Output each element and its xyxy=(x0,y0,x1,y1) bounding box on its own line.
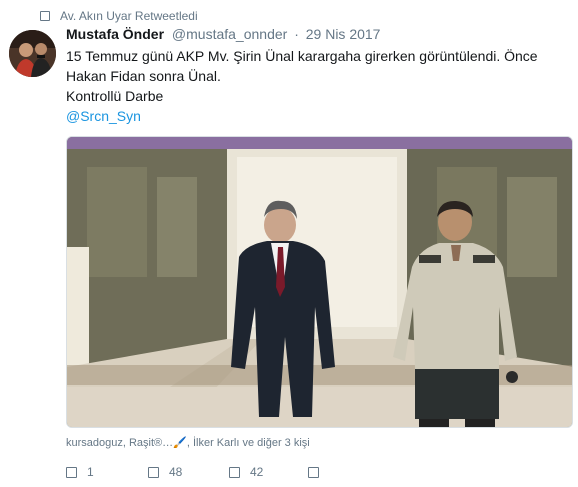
retweet-count: 48 xyxy=(169,465,183,479)
header-separator: · xyxy=(294,26,299,42)
reply-button[interactable]: 1 xyxy=(66,464,94,480)
author-name[interactable]: Mustafa Önder xyxy=(66,26,164,42)
retweet-context: Av. Akın Uyar Retweetledi xyxy=(40,8,198,24)
reply-count: 1 xyxy=(87,465,94,479)
dm-button[interactable] xyxy=(308,464,329,480)
likers-summary[interactable]: kursadoguz, Raşit®…🖌️, İlker Karlı ve di… xyxy=(66,436,310,449)
post-date[interactable]: 29 Nis 2017 xyxy=(306,26,381,42)
retweet-context-text: Av. Akın Uyar Retweetledi xyxy=(60,9,198,23)
dm-icon xyxy=(308,466,319,478)
reply-icon xyxy=(66,466,77,478)
avatar-image xyxy=(9,30,56,77)
tweet-text-line: 15 Temmuz günü AKP Mv. Şirin Ünal kararg… xyxy=(66,48,538,64)
photo-image xyxy=(67,137,572,427)
tweet-photo[interactable] xyxy=(66,136,573,428)
tweet-text-line: Kontrollü Darbe xyxy=(66,88,164,104)
like-count: 42 xyxy=(250,465,264,479)
action-bar: 1 48 42 xyxy=(66,464,366,480)
like-button[interactable]: 42 xyxy=(229,464,263,480)
mention-link[interactable]: @Srcn_Syn xyxy=(66,106,566,126)
like-icon xyxy=(229,466,240,478)
author-handle[interactable]: @mustafa_onnder xyxy=(172,26,287,42)
avatar[interactable] xyxy=(9,30,56,77)
retweet-icon xyxy=(148,466,159,478)
retweet-icon xyxy=(40,11,50,21)
tweet-text: 15 Temmuz günü AKP Mv. Şirin Ünal kararg… xyxy=(66,46,566,126)
tweet-header: Mustafa Önder @mustafa_onnder · 29 Nis 2… xyxy=(66,26,380,42)
retweet-button[interactable]: 48 xyxy=(148,464,182,480)
tweet-text-line: Hakan Fidan sonra Ünal. xyxy=(66,68,221,84)
